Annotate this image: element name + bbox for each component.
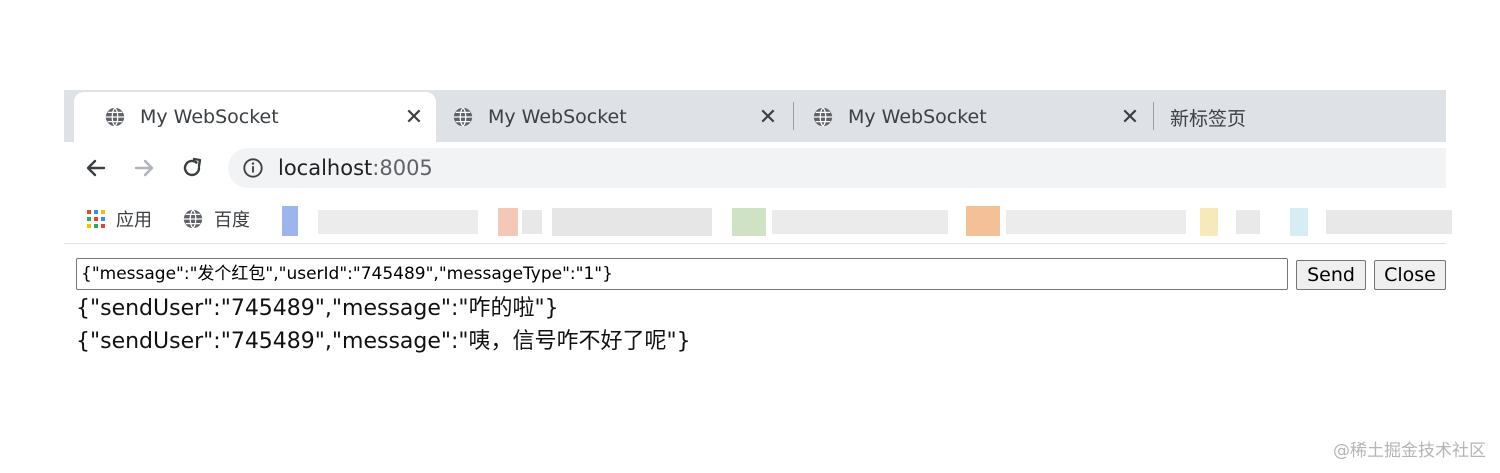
tab-title: 新标签页 (1170, 107, 1247, 130)
globe-icon (813, 107, 833, 127)
send-button[interactable]: Send (1296, 260, 1366, 290)
info-icon[interactable] (242, 157, 264, 179)
url-host: localhost (278, 156, 373, 180)
browser-toolbar: localhost:8005 (64, 142, 1446, 194)
tab-close-icon[interactable]: ✕ (1116, 103, 1144, 131)
tab-title: My WebSocket (488, 106, 627, 128)
log-line: {"sendUser":"745489","message":"咋的啦"} (76, 296, 559, 321)
url-text: localhost:8005 (278, 156, 433, 180)
blurred-bookmarks (282, 206, 1452, 236)
screenshot: My WebSocket ✕ My WebSocket ✕ My WebSock… (0, 0, 1500, 473)
watermark: @稀土掘金技术社区 (1333, 441, 1486, 461)
bookmarks-bar: 应用 百度 (64, 194, 1452, 244)
back-button[interactable] (78, 150, 114, 186)
reload-icon (183, 157, 202, 177)
bookmark-label: 应用 (116, 210, 152, 231)
tab-title: My WebSocket (140, 106, 279, 128)
tab-websocket-3[interactable]: My WebSocket ✕ (794, 92, 1152, 142)
tab-new-tab[interactable]: 新标签页 (1154, 92, 1446, 142)
bookmark-baidu[interactable]: 百度 (182, 206, 250, 232)
apps-grid-icon (87, 210, 105, 228)
url-port: :8005 (372, 156, 433, 180)
address-bar[interactable]: localhost:8005 (228, 148, 1446, 188)
globe-icon (183, 209, 203, 229)
arrow-left-icon (86, 159, 106, 177)
globe-icon (453, 107, 473, 127)
globe-icon (105, 107, 125, 127)
close-button[interactable]: Close (1374, 260, 1446, 290)
message-log: {"sendUser":"745489","message":"咋的啦"} {"… (76, 292, 1376, 358)
bookmark-apps[interactable]: 应用 (86, 206, 152, 232)
log-line: {"sendUser":"745489","message":"咦，信号咋不好了… (76, 329, 691, 354)
message-input[interactable]: {"message":"发个红包","userId":"745489","mes… (76, 258, 1288, 290)
arrow-right-icon (134, 159, 154, 177)
tab-websocket-1[interactable]: My WebSocket ✕ (74, 92, 436, 142)
tab-close-icon[interactable]: ✕ (754, 103, 782, 131)
tab-strip: My WebSocket ✕ My WebSocket ✕ My WebSock… (64, 90, 1446, 142)
tab-close-icon[interactable]: ✕ (400, 103, 428, 131)
reload-button[interactable] (174, 150, 210, 186)
tab-websocket-2[interactable]: My WebSocket ✕ (434, 92, 790, 142)
browser-window: My WebSocket ✕ My WebSocket ✕ My WebSock… (64, 90, 1452, 245)
bookmark-label: 百度 (214, 210, 250, 231)
forward-button[interactable] (126, 150, 162, 186)
tab-title: My WebSocket (848, 106, 987, 128)
